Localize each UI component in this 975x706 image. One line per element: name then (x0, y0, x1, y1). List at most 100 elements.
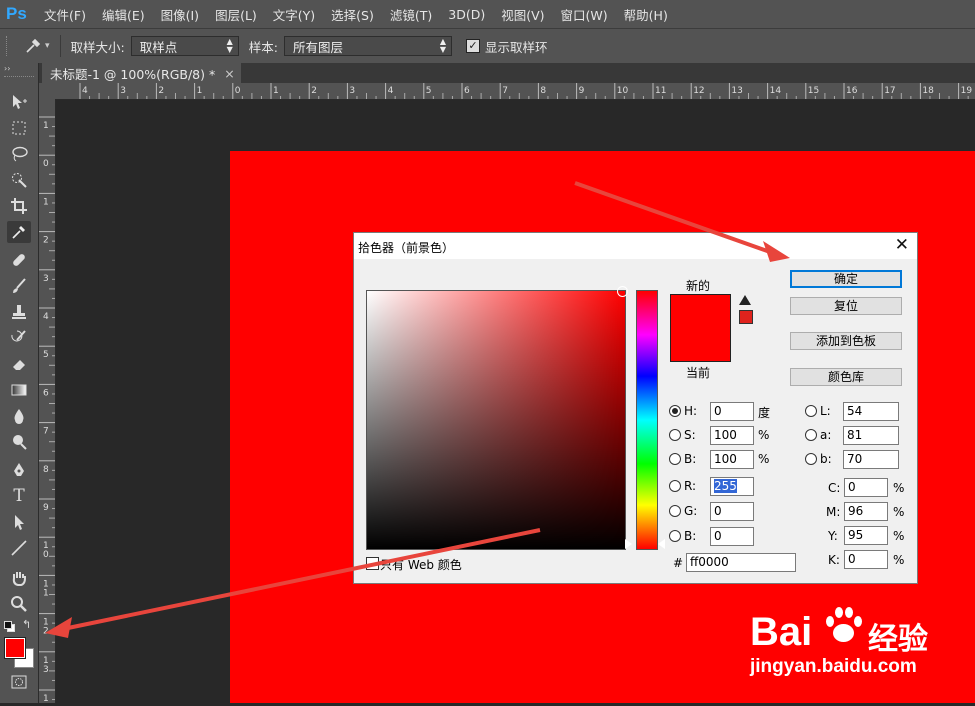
add-to-swatches-button[interactable]: 添加到色板 (790, 332, 902, 350)
sample-size-select[interactable]: 取样点 ▲ ▼ (130, 36, 239, 56)
history-brush-tool-icon[interactable] (7, 327, 31, 349)
menu-view[interactable]: 视图(V) (493, 5, 552, 24)
foreground-color-swatch[interactable] (4, 637, 26, 659)
menu-3d[interactable]: 3D(D) (440, 7, 493, 22)
color-libraries-button[interactable]: 颜色库 (790, 368, 902, 386)
lab-l-radio[interactable] (805, 405, 817, 417)
default-colors-icon[interactable] (4, 621, 15, 632)
color-field[interactable] (366, 290, 626, 550)
v-ruler-label: 2 (43, 627, 49, 637)
blur-tool-icon[interactable] (7, 405, 31, 427)
marquee-tool-icon[interactable] (7, 117, 31, 139)
type-tool-icon[interactable]: T (7, 485, 31, 507)
hue-slider[interactable] (636, 290, 658, 550)
menu-type[interactable]: 文字(Y) (265, 5, 323, 24)
black-unit: % (893, 553, 905, 567)
v-ruler-label: 3 (43, 274, 49, 284)
line-tool-icon[interactable] (7, 537, 31, 559)
quick-selection-tool-icon[interactable] (7, 169, 31, 191)
yellow-unit: % (893, 529, 905, 543)
menu-filter[interactable]: 滤镜(T) (382, 5, 440, 24)
green-field[interactable]: 0 (710, 502, 754, 521)
h-ruler-label: 3 (120, 86, 126, 96)
lasso-tool-icon[interactable] (7, 143, 31, 165)
menu-help[interactable]: 帮助(H) (616, 5, 676, 24)
gradient-tool-icon[interactable] (7, 379, 31, 401)
zoom-tool-icon[interactable] (7, 593, 31, 615)
pen-tool-icon[interactable] (7, 459, 31, 481)
eyedropper-preset-icon[interactable]: ▾ (24, 37, 50, 55)
menu-image[interactable]: 图像(I) (153, 5, 207, 24)
eraser-tool-icon[interactable] (7, 353, 31, 375)
new-color-label: 新的 (686, 279, 711, 293)
swap-colors-icon[interactable]: ↰ (22, 618, 31, 631)
red-value: 255 (714, 479, 737, 493)
close-icon[interactable]: ✕ (895, 235, 909, 255)
document-tab[interactable]: 未标题-1 @ 100%(RGB/8) * × (42, 63, 241, 83)
brightness-radio[interactable] (669, 453, 681, 465)
ok-button[interactable]: 确定 (790, 270, 902, 288)
lab-b-radio[interactable] (805, 453, 817, 465)
hand-tool-icon[interactable] (7, 567, 31, 589)
green-radio[interactable] (669, 505, 681, 517)
brightness-field[interactable]: 100 (710, 450, 754, 469)
hue-field[interactable]: 0 (710, 402, 754, 421)
sample-select[interactable]: 所有图层 ▲ ▼ (283, 36, 452, 56)
reset-button[interactable]: 复位 (790, 297, 902, 315)
toolbox-collapse-icon[interactable]: ›› (4, 64, 10, 73)
blue-radio[interactable] (669, 530, 681, 542)
saturation-field[interactable]: 100 (710, 426, 754, 445)
lab-l-field[interactable]: 54 (843, 402, 899, 421)
red-radio[interactable] (669, 480, 681, 492)
blue-field[interactable]: 0 (710, 527, 754, 546)
quick-mask-icon[interactable] (7, 671, 31, 693)
lab-a-field[interactable]: 81 (843, 426, 899, 445)
v-ruler-label: 8 (43, 465, 49, 475)
out-of-gamut-warning-icon[interactable] (739, 295, 751, 305)
saturation-radio[interactable] (669, 429, 681, 441)
cyan-unit: % (893, 481, 905, 495)
v-ruler-label: 3 (43, 665, 49, 675)
menu-layer[interactable]: 图层(L) (207, 5, 265, 24)
brightness-label: B: (684, 452, 697, 466)
magenta-field[interactable]: 96 (844, 502, 888, 521)
yellow-field[interactable]: 95 (844, 526, 888, 545)
options-bar: ▾ 取样大小: 取样点 ▲ ▼ 样本: 所有图层 ▲ ▼ ✓ 显示取样环 (0, 28, 975, 64)
h-ruler-label: 10 (617, 86, 629, 96)
cyan-field[interactable]: 0 (844, 478, 888, 497)
path-selection-tool-icon[interactable] (7, 511, 31, 533)
eyedropper-tool-icon[interactable] (7, 221, 31, 243)
menu-edit[interactable]: 编辑(E) (94, 5, 153, 24)
hue-slider-right-arrow[interactable] (658, 539, 665, 549)
lab-a-radio[interactable] (805, 429, 817, 441)
color-field-marker[interactable] (617, 286, 628, 297)
hex-field[interactable]: ff0000 (686, 553, 796, 572)
h-ruler-label: 16 (846, 86, 858, 96)
v-ruler-label: 2 (43, 236, 49, 246)
h-ruler-label: 2 (311, 86, 317, 96)
lab-b-label: b: (820, 452, 832, 466)
gamut-color-swatch[interactable] (739, 310, 753, 324)
baidu-wordmark: Bai (750, 610, 813, 654)
close-tab-icon[interactable]: × (224, 66, 234, 81)
healing-brush-tool-icon[interactable] (7, 249, 31, 271)
move-tool-icon[interactable] (7, 91, 31, 113)
clone-stamp-tool-icon[interactable] (7, 301, 31, 323)
black-field[interactable]: 0 (844, 550, 888, 569)
hue-slider-left-arrow[interactable] (625, 539, 632, 549)
hue-radio[interactable] (669, 405, 681, 417)
web-only-checkbox[interactable] (366, 557, 379, 570)
default-colors-front (4, 621, 12, 629)
lab-a-label: a: (820, 428, 832, 442)
lab-b-field[interactable]: 70 (843, 450, 899, 469)
menu-window[interactable]: 窗口(W) (553, 5, 616, 24)
menu-file[interactable]: 文件(F) (36, 5, 94, 24)
show-ring-checkbox[interactable]: ✓ (465, 39, 480, 53)
current-color-swatch[interactable] (670, 328, 731, 362)
brush-tool-icon[interactable] (7, 275, 31, 297)
crop-tool-icon[interactable] (7, 195, 31, 217)
dodge-tool-icon[interactable] (7, 431, 31, 453)
red-field[interactable]: 255 (710, 477, 754, 496)
v-ruler-label: 7 (43, 427, 49, 437)
menu-select[interactable]: 选择(S) (323, 5, 382, 24)
